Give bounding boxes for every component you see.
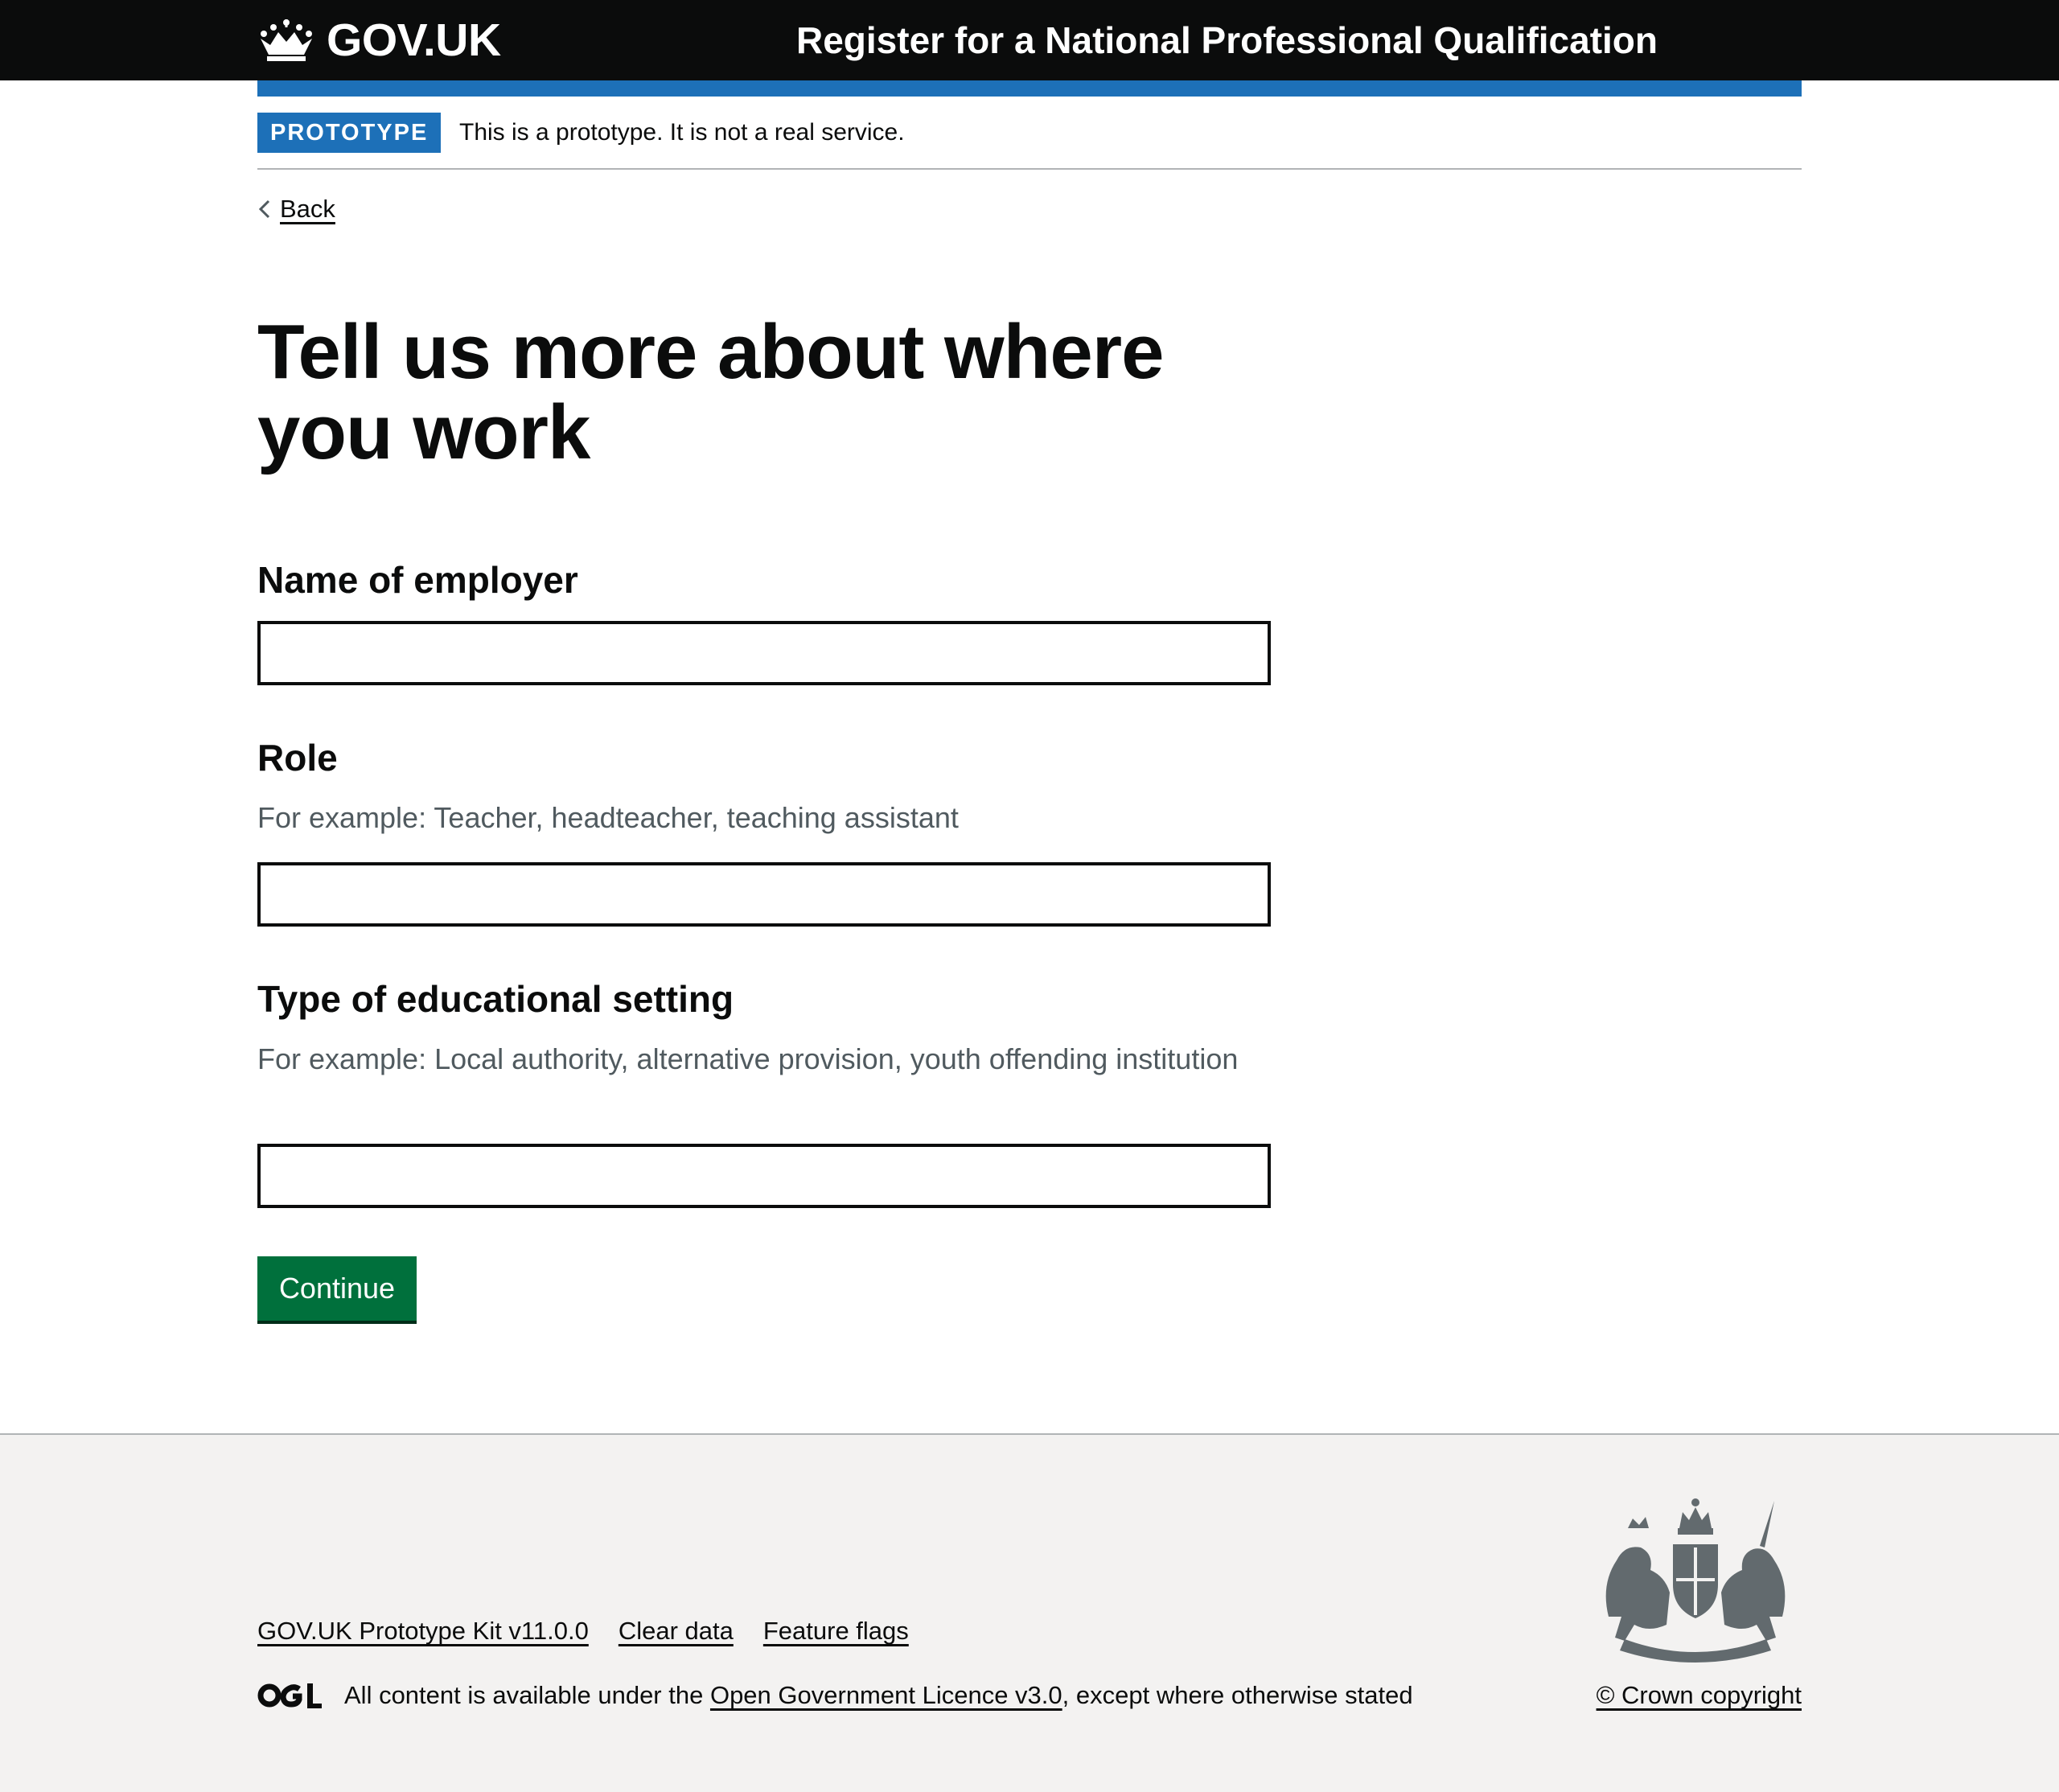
footer-link-prototype-kit[interactable]: GOV.UK Prototype Kit v11.0.0: [257, 1611, 589, 1651]
govuk-logo-link[interactable]: GOV.UK: [257, 14, 501, 66]
crown-icon: [261, 19, 312, 61]
licence-statement: All content is available under the Open …: [257, 1675, 1413, 1716]
phase-banner-text: This is a prototype. It is not a real se…: [459, 119, 905, 146]
continue-button[interactable]: Continue: [257, 1256, 417, 1321]
header-blue-bar: [257, 80, 1802, 97]
ogl-logo-icon: [257, 1683, 322, 1708]
role-label: Role: [257, 737, 338, 779]
phase-tag: PROTOTYPE: [257, 113, 442, 153]
royal-coat-of-arms-icon: [1605, 1498, 1786, 1663]
back-link-container: Back: [257, 193, 335, 225]
page-title: Tell us more about where you work: [257, 309, 1164, 475]
back-link[interactable]: Back: [280, 195, 335, 224]
employer-label: Name of employer: [257, 559, 578, 601]
employer-input[interactable]: [257, 621, 1271, 685]
setting-hint: For example: Local authority, alternativ…: [257, 1042, 1239, 1075]
chevron-left-icon: [258, 199, 270, 219]
footer-links: GOV.UK Prototype Kit v11.0.0 Clear data …: [257, 1611, 909, 1651]
phase-banner: PROTOTYPE This is a prototype. It is not…: [257, 113, 1802, 170]
crown-copyright-link[interactable]: © Crown copyright: [1597, 1675, 1802, 1716]
site-header: GOV.UK Register for a National Professio…: [0, 0, 2059, 80]
header-inner: GOV.UK Register for a National Professio…: [257, 0, 1802, 80]
role-hint: For example: Teacher, headteacher, teach…: [257, 801, 959, 834]
service-name-link[interactable]: Register for a National Professional Qua…: [796, 14, 1658, 66]
setting-label: Type of educational setting: [257, 978, 734, 1020]
licence-link[interactable]: Open Government Licence v3.0: [710, 1681, 1062, 1710]
licence-prefix: All content is available under the: [344, 1681, 710, 1709]
licence-suffix: , except where otherwise stated: [1062, 1681, 1413, 1709]
role-input[interactable]: [257, 862, 1271, 927]
footer-link-clear-data[interactable]: Clear data: [619, 1611, 734, 1651]
footer-link-feature-flags[interactable]: Feature flags: [763, 1611, 909, 1651]
govuk-logo-text: GOV.UK: [327, 14, 501, 66]
setting-input[interactable]: [257, 1144, 1271, 1208]
